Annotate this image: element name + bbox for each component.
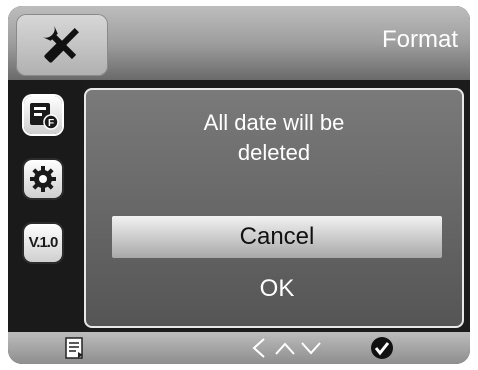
bottom-bar (8, 332, 470, 364)
sidebar-item-version[interactable]: V.1.0 (24, 224, 62, 262)
check-icon[interactable] (370, 336, 394, 360)
dialog-message-line2: deleted (237, 140, 311, 165)
chevron-left-icon[interactable] (250, 336, 268, 360)
gear-icon (30, 166, 56, 192)
chevron-up-icon[interactable] (274, 336, 296, 360)
version-label: V.1.0 (28, 234, 59, 251)
tools-icon (42, 25, 79, 63)
format-dialog: All date will be deleted Cancel OK (84, 88, 464, 328)
format-card-icon: F (30, 103, 59, 130)
settings-tab[interactable] (16, 14, 108, 76)
header-bar: Format (8, 6, 470, 80)
sidebar-item-format[interactable]: F (24, 96, 62, 134)
dialog-message-line1: All date will be (203, 110, 345, 135)
sidebar-item-settings[interactable] (24, 160, 62, 198)
dialog-message: All date will be deleted (86, 108, 462, 168)
cancel-button[interactable]: Cancel (112, 216, 442, 258)
device-screen: Format F V.1.0 All date will be deleted … (8, 6, 470, 364)
sidebar: F V.1.0 (8, 80, 84, 332)
svg-text:F: F (48, 118, 54, 129)
chevron-down-icon[interactable] (300, 336, 322, 360)
ok-button[interactable]: OK (112, 268, 442, 310)
menu-icon[interactable] (64, 336, 86, 360)
page-title: Format (381, 26, 458, 53)
